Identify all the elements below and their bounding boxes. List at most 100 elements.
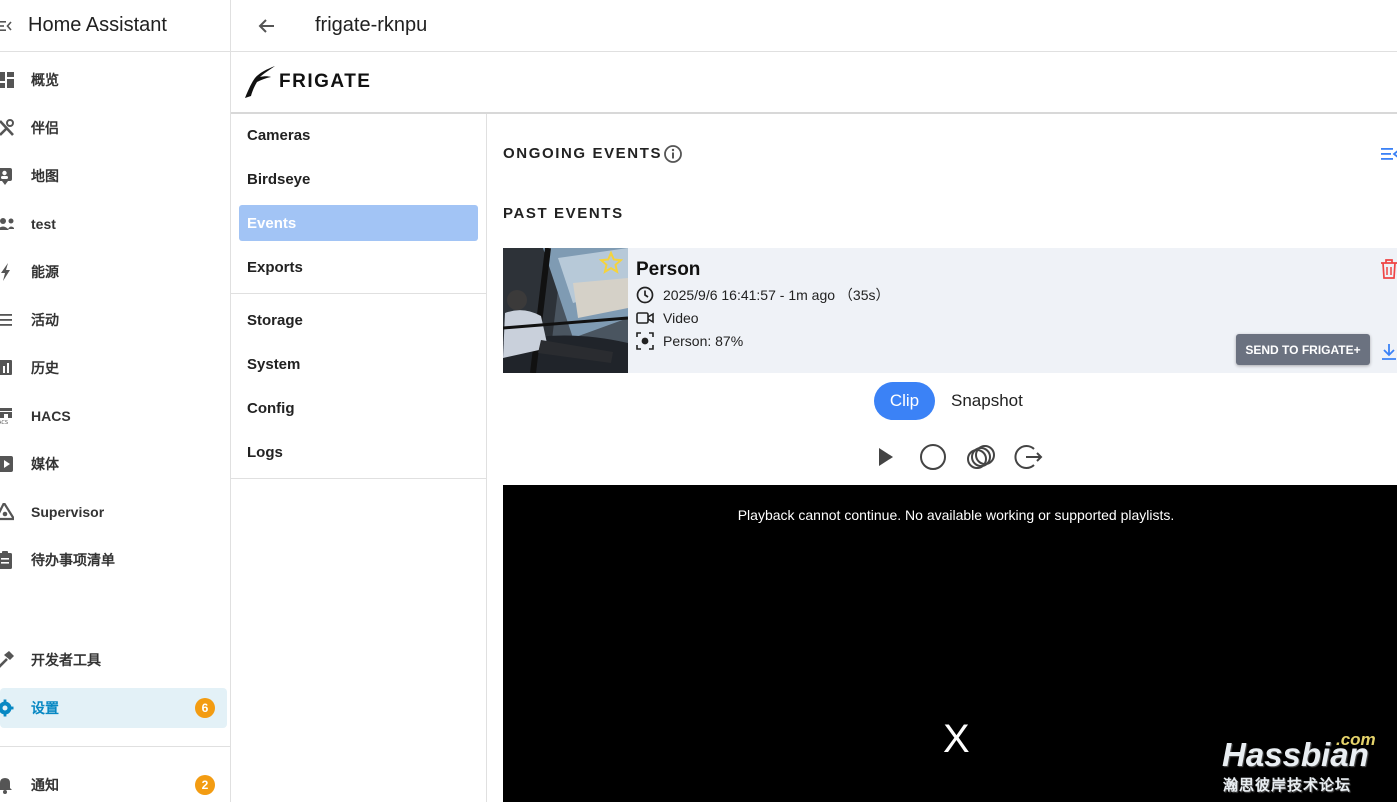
sidebar-item-label: 能源	[31, 264, 59, 280]
event-media-row: Video	[636, 309, 699, 327]
app-title: Home Assistant	[28, 14, 167, 36]
sidebar-item-developer-tools[interactable]: 开发者工具	[0, 640, 227, 680]
send-to-frigate-plus-button[interactable]: SEND TO FRIGATE+	[1236, 334, 1370, 365]
nav-divider	[231, 478, 487, 479]
frigate-nav-logs[interactable]: Logs	[239, 434, 478, 470]
event-card[interactable]: Person 2025/9/6 16:41:57 - 1m ago （35s） …	[503, 248, 1397, 373]
event-time: 2025/9/6 16:41:57 - 1m ago （35s）	[663, 287, 890, 303]
sidebar-item-label: 媒体	[31, 456, 59, 472]
event-score-row: Person: 87%	[636, 332, 743, 350]
playback-error-message: Playback cannot continue. No available w…	[737, 507, 1175, 523]
page-title: frigate-rknpu	[315, 14, 428, 36]
sidebar-item-label: 活动	[31, 312, 59, 328]
sidebar-item-label: test	[31, 216, 56, 232]
menu-open-icon[interactable]	[0, 19, 12, 33]
ha-sidebar: Home Assistant 概览 伴侣 地图 test 能源 活动 历史 CS…	[0, 0, 231, 802]
video-camera-icon	[636, 312, 654, 324]
notifications-badge: 2	[195, 775, 215, 795]
back-arrow-icon[interactable]	[257, 16, 277, 36]
clipboard-icon	[0, 550, 14, 570]
sidebar-item-overview[interactable]: 概览	[0, 60, 227, 100]
sidebar-header: Home Assistant	[0, 0, 230, 52]
multi-circle-icon[interactable]	[966, 442, 996, 472]
app-root: Home Assistant 概览 伴侣 地图 test 能源 活动 历史 CS…	[0, 0, 1397, 802]
info-icon[interactable]	[663, 144, 683, 164]
star-outline-icon[interactable]	[599, 251, 623, 275]
tools-icon	[0, 118, 14, 138]
sidebar-item-label: 历史	[31, 360, 59, 376]
sidebar-item-map[interactable]: 地图	[0, 156, 227, 196]
svg-text:ACS: ACS	[0, 420, 8, 425]
frigate-nav-config[interactable]: Config	[239, 390, 478, 426]
event-thumbnail[interactable]	[503, 248, 628, 373]
sidebar-item-label: Supervisor	[31, 504, 105, 520]
play-box-icon	[0, 454, 14, 474]
tab-clip[interactable]: Clip	[874, 382, 935, 420]
play-icon[interactable]	[871, 442, 901, 472]
sidebar-item-label: 伴侣	[31, 120, 59, 136]
frigate-brand: FRIGATE	[279, 71, 372, 92]
filter-list-icon[interactable]	[1379, 146, 1397, 162]
hacs-icon: ACS	[0, 406, 14, 426]
hammer-icon	[0, 650, 14, 670]
event-label: Person	[636, 259, 701, 280]
sidebar-item-logbook[interactable]: 活动	[0, 300, 227, 340]
gear-icon	[0, 698, 14, 718]
sidebar-item-notifications[interactable]: 通知 2	[0, 765, 227, 802]
sidebar-item-companion[interactable]: 伴侣	[0, 108, 227, 148]
sidebar-item-media[interactable]: 媒体	[0, 444, 227, 484]
sidebar-item-todo[interactable]: 待办事项清单	[0, 540, 227, 580]
sidebar-divider	[0, 746, 230, 747]
nav-divider	[231, 293, 487, 294]
frigate-bird-logo-icon	[245, 66, 275, 98]
sidebar-item-test[interactable]: test	[0, 204, 227, 244]
player-close-button[interactable]: X	[943, 717, 970, 762]
frigate-header: FRIGATE	[231, 52, 1397, 114]
clock-icon	[636, 286, 654, 304]
top-bar: frigate-rknpu	[231, 0, 1397, 52]
bell-icon	[0, 775, 14, 795]
events-main: ONGOING EVENTS PAST EVENTS Person 2025/9…	[487, 114, 1397, 802]
sidebar-item-history[interactable]: 历史	[0, 348, 227, 388]
frigate-nav-exports[interactable]: Exports	[239, 249, 478, 285]
sidebar-item-label: 地图	[31, 168, 59, 184]
sidebar-item-hacs[interactable]: ACS HACS	[0, 396, 227, 436]
frigate-nav-birdseye[interactable]: Birdseye	[239, 161, 478, 197]
sidebar-item-label: 概览	[31, 72, 59, 88]
frigate-nav-system[interactable]: System	[239, 346, 478, 382]
event-time-row: 2025/9/6 16:41:57 - 1m ago （35s）	[636, 285, 889, 305]
dashboard-icon	[0, 70, 14, 90]
people-icon	[0, 214, 14, 234]
sidebar-item-label: HACS	[31, 408, 71, 424]
watermark-subtitle: 瀚思彼岸技术论坛	[1223, 777, 1352, 794]
frigate-nav-storage[interactable]: Storage	[239, 302, 478, 338]
sidebar-item-label: 设置	[31, 700, 59, 716]
site-watermark: .com Hassbian 瀚思彼岸技术论坛	[1222, 730, 1382, 800]
chart-icon	[0, 358, 14, 378]
tab-snapshot[interactable]: Snapshot	[951, 391, 1023, 411]
event-score: Person: 87%	[663, 333, 744, 349]
sidebar-item-settings[interactable]: 设置 6	[0, 688, 227, 728]
exit-arrow-icon[interactable]	[1014, 442, 1044, 472]
record-circle-icon[interactable]	[918, 442, 948, 472]
frigate-nav: Cameras Birdseye Events Exports Storage …	[231, 114, 487, 802]
sidebar-item-supervisor[interactable]: Supervisor	[0, 492, 227, 532]
settings-badge: 6	[195, 698, 215, 718]
sidebar-item-label: 开发者工具	[31, 652, 101, 668]
list-icon	[0, 310, 14, 330]
event-media: Video	[663, 310, 699, 326]
frigate-nav-cameras[interactable]: Cameras	[239, 117, 478, 153]
face-recognition-icon	[636, 332, 654, 350]
sidebar-item-label: 待办事项清单	[31, 552, 115, 568]
download-icon[interactable]	[1379, 342, 1397, 362]
sidebar-item-label: 通知	[31, 777, 59, 793]
ongoing-events-title: ONGOING EVENTS	[503, 145, 663, 162]
sidebar-item-energy[interactable]: 能源	[0, 252, 227, 292]
trash-icon[interactable]	[1379, 258, 1397, 280]
frigate-nav-events[interactable]: Events	[239, 205, 478, 241]
supervisor-icon	[0, 502, 14, 522]
past-events-title: PAST EVENTS	[503, 205, 624, 222]
lightning-icon	[0, 262, 14, 282]
watermark-brand: Hassbian	[1222, 736, 1369, 773]
map-account-icon	[0, 166, 14, 186]
